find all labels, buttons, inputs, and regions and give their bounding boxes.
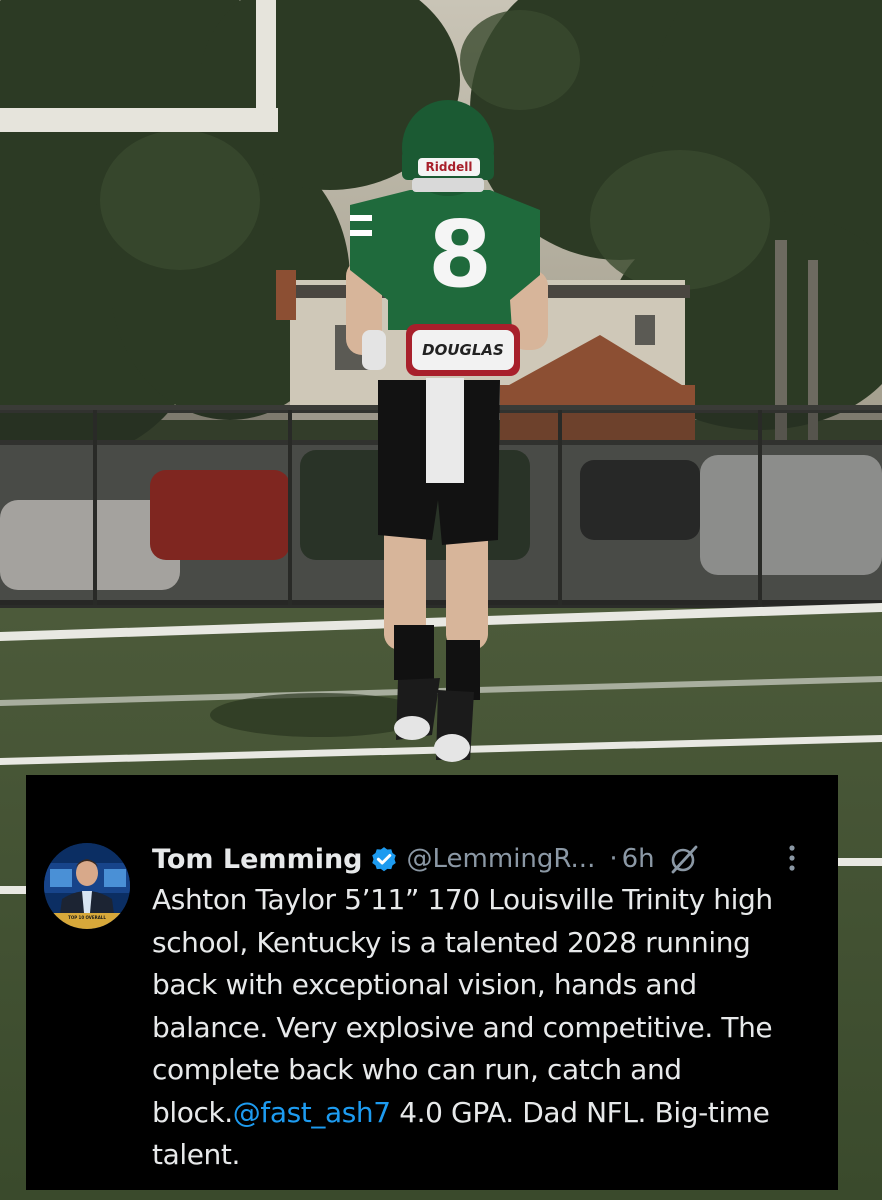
tweet-text: Ashton Taylor 5’11” 170 Louisville Trini…: [152, 879, 832, 1177]
verified-badge-icon: [369, 844, 399, 874]
grok-icon[interactable]: [669, 844, 699, 874]
more-options-icon[interactable]: [788, 841, 796, 875]
helmet-brand-label: Riddell: [425, 160, 473, 174]
header-separator: ·: [609, 844, 618, 874]
mention-link[interactable]: @fast_ash7: [233, 1096, 391, 1129]
tweet-text-line: block.@fast_ash7 4.0 GPA. Dad NFL. Big-t…: [152, 1092, 832, 1135]
belt-label: DOUGLAS: [422, 341, 504, 359]
tweet-text-line: talent.: [152, 1138, 240, 1171]
author-name[interactable]: Tom Lemming: [152, 844, 363, 875]
author-handle[interactable]: @LemmingR...: [407, 844, 596, 874]
tweet-text-line: Ashton Taylor 5’11” 170 Louisville Trini…: [152, 883, 773, 916]
tweet-header: Tom Lemming @LemmingR... · 6h: [152, 837, 818, 881]
tweet-text-line: back with exceptional vision, hands and: [152, 968, 697, 1001]
author-avatar[interactable]: TOP 10 OVERALL: [44, 843, 130, 929]
tweet-text-segment: block.: [152, 1095, 233, 1129]
tweet-text-segment: 4.0 GPA. Dad NFL. Big-time: [390, 1095, 770, 1129]
jersey-number: 8: [427, 201, 492, 308]
avatar-caption: TOP 10 OVERALL: [68, 915, 106, 920]
tweet-text-line: complete back who can run, catch and: [152, 1053, 682, 1086]
tweet-text-line: balance. Very explosive and competitive.…: [152, 1010, 773, 1044]
tweet-text-line: school, Kentucky is a talented 2028 runn…: [152, 925, 751, 959]
tweet-time[interactable]: 6h: [622, 844, 655, 874]
tweet-card[interactable]: TOP 10 OVERALL Tom Lemming @LemmingR... …: [26, 775, 838, 1190]
